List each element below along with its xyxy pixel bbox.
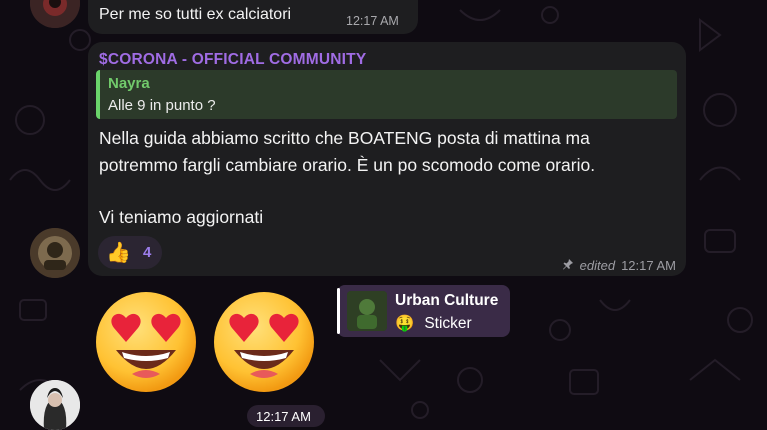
reply-author: Nayra <box>108 75 150 92</box>
message-time: 12:17 AM <box>256 409 311 424</box>
avatar[interactable] <box>30 380 80 430</box>
message-text-line: Vi teniamo aggiornati <box>99 207 264 227</box>
reply-accent-bar <box>337 288 340 334</box>
message-meta: edited 12:17 AM <box>562 258 676 273</box>
edited-label: edited <box>579 258 616 273</box>
message-time: 12:17 AM <box>346 14 399 28</box>
heart-eyes-icon[interactable] <box>210 290 318 394</box>
sticker-reply-quote[interactable]: Urban Culture 🤑 Sticker <box>337 285 510 337</box>
reply-text: Alle 9 in punto ? <box>108 97 216 114</box>
reaction-count: 4 <box>143 244 152 261</box>
avatar[interactable] <box>30 228 80 278</box>
thumbs-up-icon: 👍 <box>106 242 131 264</box>
money-mouth-icon: 🤑 <box>395 315 415 332</box>
sticker-label-row: 🤑 Sticker <box>395 314 472 333</box>
sender-name[interactable]: $CORONA - OFFICIAL COMMUNITY <box>99 51 366 69</box>
message-bubble[interactable]: $CORONA - OFFICIAL COMMUNITY Nayra Alle … <box>88 42 686 276</box>
message-text-line: potremmo fargli cambiare orario. È un po… <box>99 155 596 175</box>
message-time: 12:17 AM <box>621 258 676 273</box>
message-text: Per me so tutti ex calciatori <box>99 6 292 23</box>
sticker-pack-title: Urban Culture <box>395 292 499 309</box>
avatar[interactable] <box>30 0 80 28</box>
sticker-thumbnail <box>347 291 387 331</box>
message-bubble[interactable]: Per me so tutti ex calciatori 12:17 AM <box>88 0 418 34</box>
sticker-label: Sticker <box>424 315 472 332</box>
pin-icon <box>562 258 574 273</box>
heart-eyes-icon[interactable] <box>92 290 200 394</box>
message-text-line: Nella guida abbiamo scritto che BOATENG … <box>99 128 590 148</box>
reply-quote[interactable]: Nayra Alle 9 in punto ? <box>96 70 677 119</box>
message-time-pill: 12:17 AM <box>247 405 325 427</box>
reaction-chip[interactable]: 👍 4 <box>98 236 162 269</box>
